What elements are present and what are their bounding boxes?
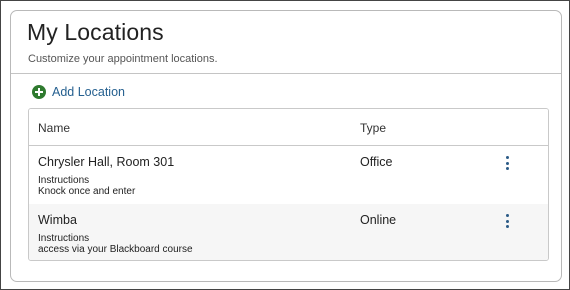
instructions-text: Knock once and enter <box>38 186 136 197</box>
instructions-text: access via your Blackboard course <box>38 244 193 255</box>
window-frame: My Locations Customize your appointment … <box>0 0 570 290</box>
kebab-menu-icon[interactable] <box>500 155 514 171</box>
add-location-label: Add Location <box>52 85 125 99</box>
add-location-button[interactable]: Add Location <box>32 83 125 101</box>
location-type: Online <box>360 213 397 227</box>
column-header-type: Type <box>360 121 387 135</box>
locations-table: Name Type Chrysler Hall, Room 301 Instru… <box>28 108 549 261</box>
table-header: Name Type <box>29 109 548 146</box>
instructions-label: Instructions <box>38 233 90 244</box>
table-row: Chrysler Hall, Room 301 Instructions Kno… <box>29 146 548 204</box>
page-title: My Locations <box>27 19 164 45</box>
header-divider <box>11 73 561 74</box>
location-type: Office <box>360 155 393 169</box>
page-subtitle: Customize your appointment locations. <box>28 53 218 65</box>
instructions-label: Instructions <box>38 175 90 186</box>
locations-card: My Locations Customize your appointment … <box>10 10 562 282</box>
location-name: Wimba <box>38 213 77 227</box>
kebab-menu-icon[interactable] <box>500 213 514 229</box>
plus-circle-icon <box>32 85 46 99</box>
column-header-name: Name <box>38 121 71 135</box>
table-row: Wimba Instructions access via your Black… <box>29 204 548 260</box>
location-name: Chrysler Hall, Room 301 <box>38 155 175 169</box>
